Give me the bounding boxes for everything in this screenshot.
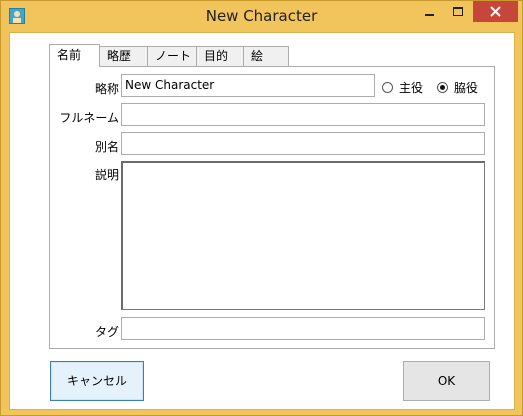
radio-button-icon (382, 82, 393, 93)
ok-button[interactable]: OK (403, 361, 490, 401)
maximize-icon (453, 6, 463, 16)
tab-name[interactable]: 名前 (49, 44, 100, 67)
tab-goals[interactable]: 目的 (196, 46, 244, 66)
tags-input[interactable] (121, 317, 485, 340)
short-name-input[interactable]: New Character (121, 74, 375, 97)
title-bar[interactable]: New Character (1, 1, 522, 31)
full-name-input[interactable] (121, 103, 485, 126)
short-name-label: 略称 (94, 82, 119, 96)
role-main-label: 主役 (399, 81, 424, 95)
role-radio-main[interactable]: 主役 (382, 79, 423, 96)
tab-biography[interactable]: 略歴 (99, 46, 148, 66)
tab-notes[interactable]: ノート (147, 46, 197, 66)
close-button[interactable] (473, 1, 518, 22)
description-label: 説明 (94, 168, 119, 182)
full-name-label: フルネーム (59, 111, 119, 125)
tags-label: タグ (94, 325, 119, 339)
tab-panel-name: 略称 New Character 主役 脇役 フルネーム 別名 説明 タグ (49, 66, 495, 349)
role-supporting-label: 脇役 (454, 81, 479, 95)
minimize-icon (425, 13, 434, 16)
tab-picture[interactable]: 絵 (243, 46, 289, 66)
dialog-client-area: 名前 略歴 ノート 目的 絵 略称 New Character 主役 脇役 フル… (9, 32, 515, 410)
alias-input[interactable] (121, 132, 485, 155)
minimize-button[interactable] (416, 1, 444, 22)
description-textarea[interactable] (121, 161, 485, 310)
radio-button-selected-icon (437, 82, 448, 93)
cancel-button[interactable]: キャンセル (50, 361, 144, 401)
maximize-button[interactable] (444, 1, 472, 22)
close-icon (490, 6, 501, 17)
role-radio-supporting[interactable]: 脇役 (437, 79, 478, 96)
dialog-window: New Character 名前 略歴 ノート 目的 絵 略称 New Char… (0, 0, 523, 416)
alias-label: 別名 (94, 140, 119, 154)
